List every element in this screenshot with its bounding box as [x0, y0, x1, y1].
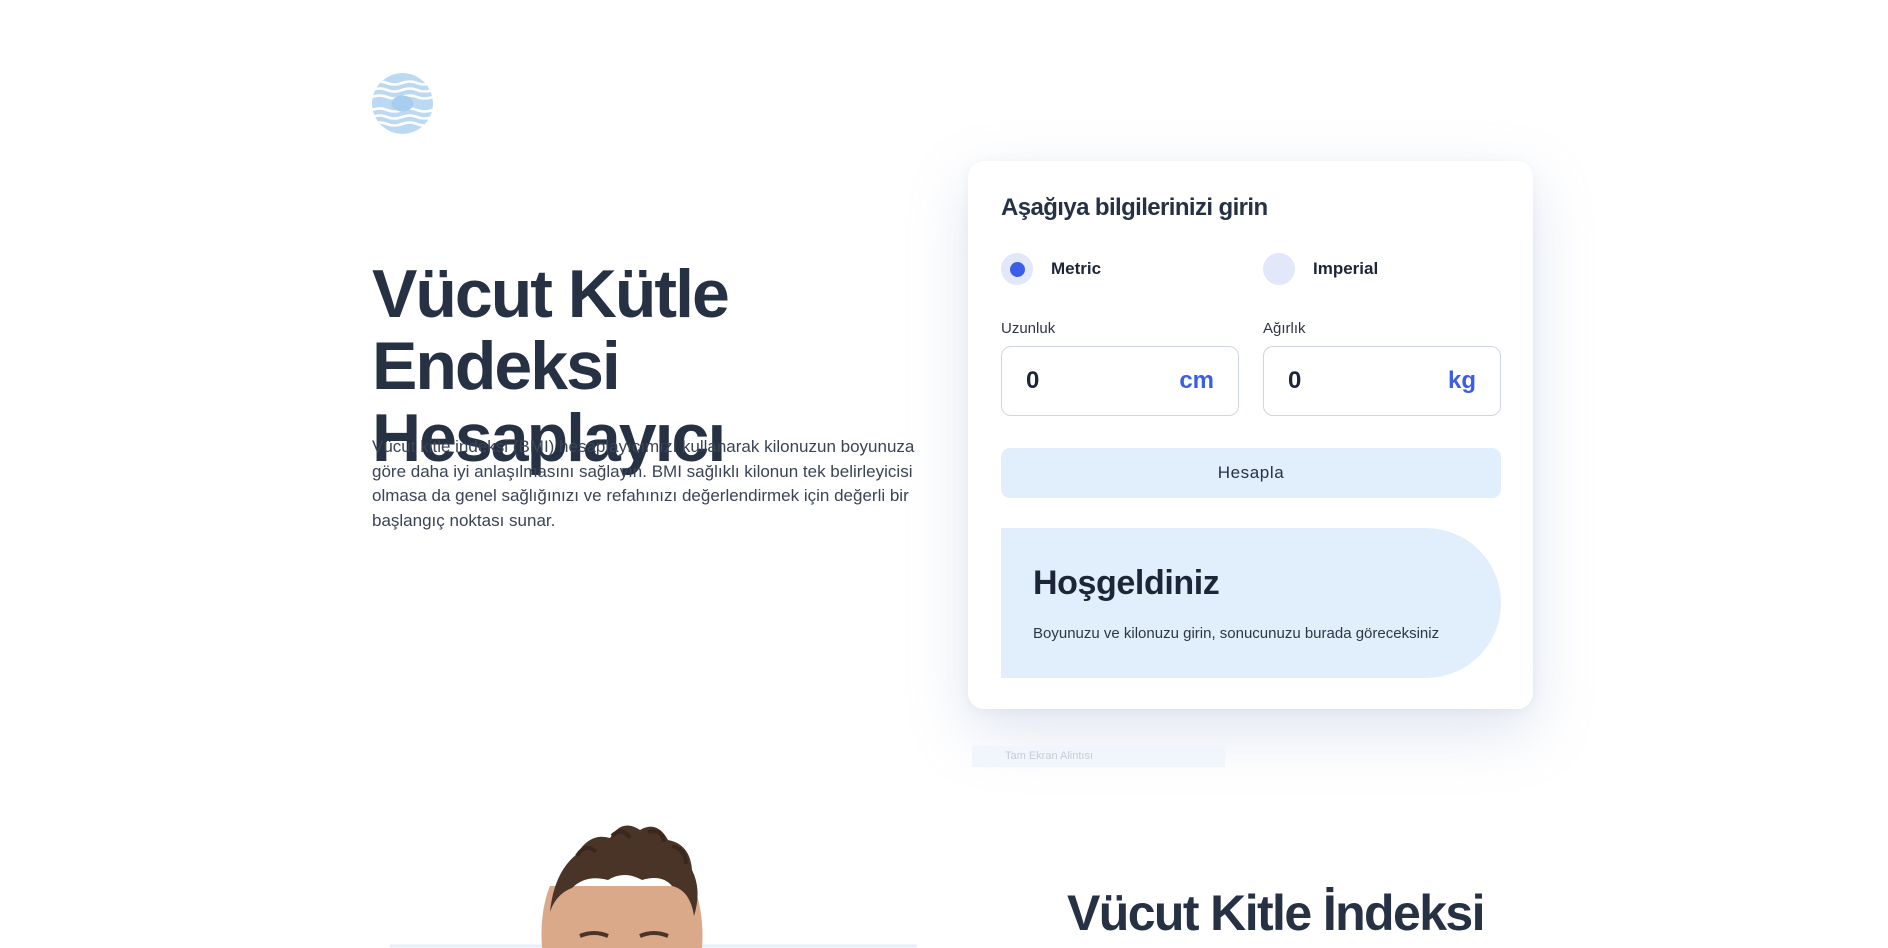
calculate-button[interactable]: Hesapla [1001, 448, 1501, 498]
radio-selected-dot [1009, 261, 1025, 277]
result-text: Boyunuzu ve kilonuzu girin, sonucunuzu b… [1033, 625, 1440, 642]
hero-description: Vücut kitle indeksi (BMI) hesaplayıcımız… [372, 437, 915, 530]
metric-radio-circle[interactable] [1001, 253, 1033, 285]
section-title: Vücut Kitle İndeksi [1067, 885, 1486, 941]
page-title-line-1: Vücut Kütle Endeksi [372, 256, 730, 404]
result-panel: Hoşgeldiniz Boyunuzu ve kilonuzu girin, … [1001, 528, 1501, 678]
imperial-radio-label: Imperial [1313, 259, 1379, 278]
weight-label: Ağırlık [1263, 320, 1306, 337]
logo-icon[interactable] [372, 73, 433, 134]
bmi-form-card: Aşağıya bilgilerinizi girin Metric Imper… [968, 161, 1533, 709]
metric-radio-label: Metric [1051, 259, 1102, 278]
imperial-radio[interactable]: Imperial [1263, 252, 1378, 286]
form-title: Aşağıya bilgilerinizi girin [1001, 194, 1268, 221]
result-title: Hoşgeldiniz [1033, 564, 1220, 602]
height-unit: cm [1179, 367, 1214, 394]
height-value[interactable]: 0 [1026, 367, 1039, 395]
height-label: Uzunluk [1001, 320, 1056, 337]
weight-unit: kg [1447, 367, 1476, 394]
weight-value[interactable]: 0 [1288, 367, 1301, 395]
imperial-radio-circle[interactable] [1263, 253, 1295, 285]
metric-radio[interactable]: Metric [1001, 252, 1101, 286]
weight-input[interactable]: 0 kg [1263, 346, 1501, 416]
height-input[interactable]: 0 cm [1001, 346, 1239, 416]
person-photo [372, 812, 932, 948]
image-credit: Tam Ekran Alintısı [972, 746, 1225, 767]
